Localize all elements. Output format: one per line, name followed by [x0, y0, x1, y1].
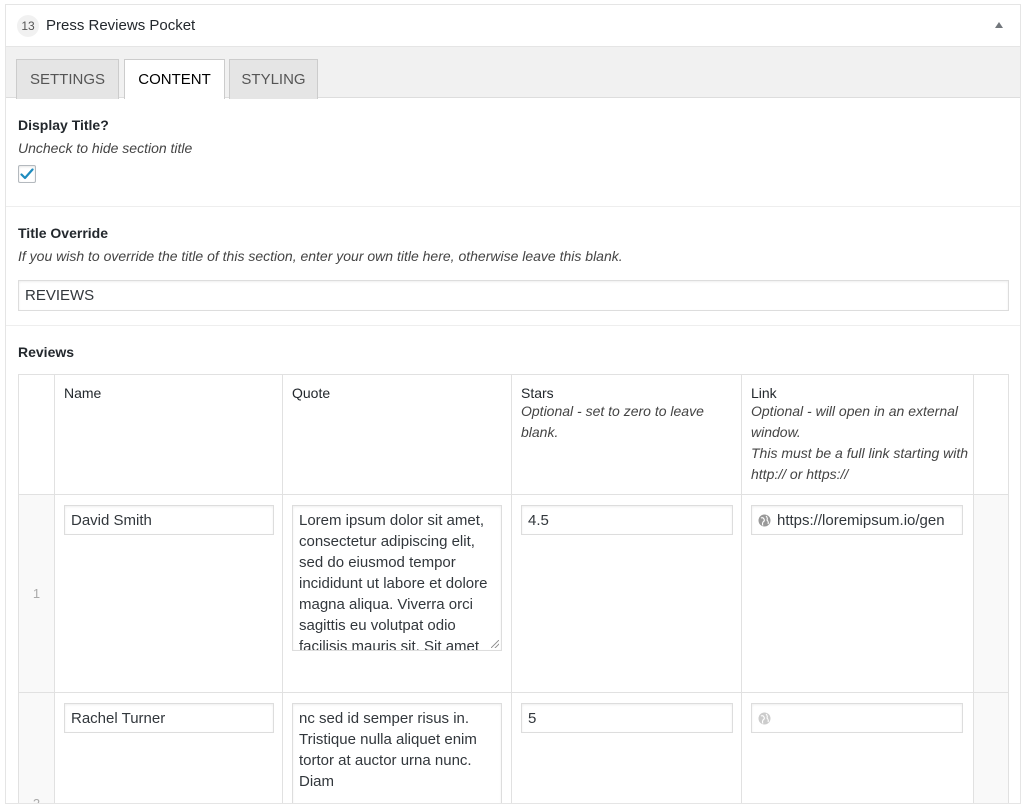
column-header-name: Name: [64, 385, 102, 401]
review-quote-text: nc sed id semper risus in. Tristique nul…: [299, 710, 477, 790]
column-divider: [973, 375, 974, 803]
resize-handle-icon[interactable]: [491, 640, 499, 648]
table-row: 2 nc sed id semper risus in. Tristique n…: [19, 693, 1008, 803]
tab-settings[interactable]: SETTINGS: [16, 59, 119, 99]
section-panel: 13 Press Reviews Pocket SETTINGS CONTENT…: [5, 4, 1021, 804]
display-title-field: Display Title? Uncheck to hide section t…: [6, 98, 1020, 207]
title-override-input[interactable]: [18, 280, 1009, 311]
stars-header-label: Stars: [521, 385, 554, 401]
panel-header[interactable]: 13 Press Reviews Pocket: [6, 5, 1020, 47]
section-index-badge: 13: [17, 14, 39, 37]
title-override-description: If you wish to override the title of thi…: [18, 248, 623, 264]
row-number[interactable]: 1: [19, 495, 54, 692]
collapse-arrow-icon[interactable]: [992, 18, 1006, 32]
reviews-label: Reviews: [18, 344, 75, 360]
row-actions[interactable]: [973, 693, 1008, 803]
review-stars-input[interactable]: [521, 703, 733, 733]
tab-styling[interactable]: STYLING: [229, 59, 318, 99]
row-number[interactable]: 2: [19, 693, 54, 803]
globe-icon: [758, 514, 771, 526]
review-link-input[interactable]: [751, 703, 963, 733]
tab-bar: SETTINGS CONTENT STYLING: [6, 47, 1020, 99]
column-divider: [741, 375, 742, 803]
globe-icon: [758, 712, 771, 724]
table-row: 1 Lorem ipsum dolor sit amet, consectetu…: [19, 495, 1008, 693]
column-header-quote: Quote: [292, 385, 331, 401]
tab-content[interactable]: CONTENT: [124, 59, 225, 99]
reviews-field: Reviews Name Quote Stars Optional - set …: [6, 326, 1020, 803]
reviews-repeater-table: Name Quote Stars Optional - set to zero …: [18, 374, 1009, 803]
title-override-label: Title Override: [18, 225, 109, 241]
stars-header-hint: Optional - set to zero to leave blank.: [521, 403, 704, 440]
display-title-description: Uncheck to hide section title: [18, 140, 193, 156]
review-quote-textarea[interactable]: nc sed id semper risus in. Tristique nul…: [292, 703, 502, 803]
review-quote-textarea[interactable]: Lorem ipsum dolor sit amet, consectetur …: [292, 505, 502, 651]
column-header-stars: Stars Optional - set to zero to leave bl…: [521, 385, 736, 443]
review-name-input[interactable]: [64, 505, 274, 535]
link-header-label: Link: [751, 385, 777, 401]
row-actions[interactable]: [973, 495, 1008, 692]
review-name-input[interactable]: [64, 703, 274, 733]
display-title-checkbox[interactable]: [18, 165, 36, 183]
panel-title: Press Reviews Pocket: [46, 17, 196, 34]
column-divider: [282, 375, 283, 803]
checkmark-icon: [20, 168, 34, 180]
link-header-hint-2: This must be a full link starting with h…: [751, 445, 969, 482]
link-header-hint-1: Optional - will open in an external wind…: [751, 403, 959, 440]
repeater-header: Name Quote Stars Optional - set to zero …: [19, 375, 1008, 495]
review-quote-text: Lorem ipsum dolor sit amet, consectetur …: [299, 512, 488, 651]
column-header-link: Link Optional - will open in an external…: [751, 385, 969, 485]
display-title-label: Display Title?: [18, 117, 109, 133]
review-link-value: https://loremipsum.io/gen: [777, 511, 945, 529]
title-override-field: Title Override If you wish to override t…: [6, 207, 1020, 326]
review-link-input[interactable]: https://loremipsum.io/gen: [751, 505, 963, 535]
review-stars-input[interactable]: [521, 505, 733, 535]
column-divider: [54, 375, 55, 803]
column-divider: [511, 375, 512, 803]
